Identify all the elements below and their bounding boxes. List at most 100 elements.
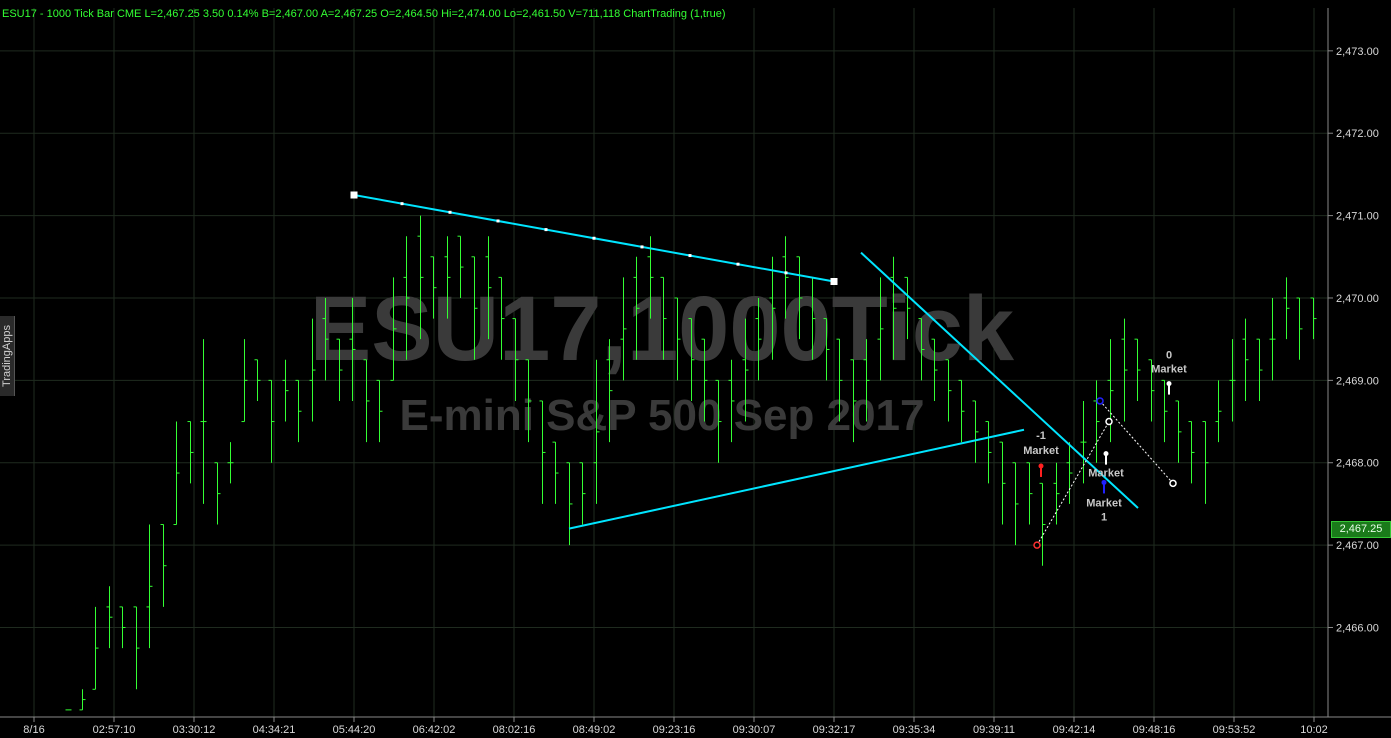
trade-marker-qty: -1 bbox=[1036, 430, 1046, 442]
trendline-node[interactable] bbox=[592, 236, 596, 240]
fill-point[interactable] bbox=[1105, 417, 1113, 426]
price-bar bbox=[972, 400, 979, 463]
y-tick-label: 2,472.00 bbox=[1336, 128, 1379, 140]
price-bar bbox=[282, 359, 289, 422]
trendline-node[interactable] bbox=[640, 245, 644, 249]
price-bar bbox=[1161, 379, 1168, 443]
price-bar bbox=[985, 421, 992, 484]
price-bar bbox=[1093, 380, 1100, 463]
x-tick-label: 8/16 bbox=[23, 724, 44, 736]
price-bar bbox=[1134, 338, 1141, 401]
trade-markers[interactable]: -1 Market Market 1 Market 0 Market bbox=[1023, 350, 1187, 549]
price-bar bbox=[1039, 482, 1046, 566]
x-tick-label: 02:57:10 bbox=[93, 724, 136, 736]
price-bar bbox=[133, 606, 140, 690]
price-bar bbox=[1066, 442, 1073, 504]
y-tick-label: 2,471.00 bbox=[1336, 211, 1379, 223]
price-bar bbox=[227, 442, 234, 484]
tradingapps-tab-label: TradingApps bbox=[1, 325, 13, 387]
watermark: ESU17,1000Tick E-mini S&P 500 Sep 2017 bbox=[310, 278, 1015, 440]
fill-point[interactable] bbox=[1033, 541, 1041, 549]
x-tick-label: 05:44:20 bbox=[333, 724, 376, 736]
price-bar bbox=[1026, 462, 1033, 525]
price-bar bbox=[1283, 277, 1290, 340]
y-tick-label: 2,468.00 bbox=[1336, 458, 1379, 470]
price-bar bbox=[200, 339, 207, 504]
price-bar bbox=[1229, 339, 1236, 422]
price-bar bbox=[1242, 318, 1249, 401]
price-bar bbox=[1269, 297, 1276, 381]
price-bar bbox=[79, 689, 86, 711]
price-bar bbox=[106, 586, 113, 649]
price-bar bbox=[1296, 297, 1303, 360]
trade-marker-exit[interactable]: 0 Market bbox=[1151, 350, 1187, 395]
trendline-node[interactable] bbox=[544, 228, 548, 232]
trade-marker-label: Market bbox=[1088, 468, 1124, 480]
price-bar bbox=[173, 421, 180, 526]
price-bar bbox=[1080, 400, 1087, 484]
price-bar bbox=[187, 421, 194, 484]
trade-marker-label: Market bbox=[1086, 497, 1122, 509]
x-tick-label: 09:30:07 bbox=[733, 724, 776, 736]
price-bar bbox=[552, 441, 559, 504]
trendline-node[interactable] bbox=[496, 219, 500, 223]
fill-point[interactable] bbox=[1169, 479, 1177, 488]
trendline-handle[interactable] bbox=[350, 191, 358, 199]
trade-connector bbox=[1036, 421, 1110, 546]
trade-marker-qty: 1 bbox=[1101, 511, 1107, 523]
price-bar bbox=[376, 379, 383, 443]
watermark-symbol: ESU17,1000Tick bbox=[310, 278, 1015, 380]
trade-marker-exit[interactable]: Market bbox=[1088, 451, 1124, 480]
watermark-description: E-mini S&P 500 Sep 2017 bbox=[399, 391, 924, 440]
trendline-node[interactable] bbox=[400, 202, 404, 206]
trade-marker-label: Market bbox=[1023, 445, 1059, 457]
price-chart[interactable]: ESU17,1000Tick E-mini S&P 500 Sep 2017 -… bbox=[0, 0, 1391, 738]
x-tick-label: 08:49:02 bbox=[573, 724, 616, 736]
chart-header: ESU17 - 1000 Tick Bar CME L=2,467.25 3.5… bbox=[2, 8, 726, 20]
y-tick-label: 2,470.00 bbox=[1336, 293, 1379, 305]
x-tick-label: 09:35:34 bbox=[893, 724, 936, 736]
y-tick-label: 2,466.00 bbox=[1336, 623, 1379, 635]
trendline-node[interactable] bbox=[448, 210, 452, 214]
y-tick-label: 2,469.00 bbox=[1336, 375, 1379, 387]
price-bar bbox=[1310, 297, 1317, 340]
x-tick-label: 06:42:02 bbox=[413, 724, 456, 736]
x-tick-label: 09:23:16 bbox=[653, 724, 696, 736]
trade-marker-label: Market bbox=[1151, 364, 1187, 376]
x-tick-label: 09:48:16 bbox=[1133, 724, 1176, 736]
x-tick-label: 08:02:16 bbox=[493, 724, 536, 736]
x-tick-label: 09:53:52 bbox=[1213, 724, 1256, 736]
price-bar bbox=[160, 524, 167, 607]
price-bar bbox=[958, 379, 965, 443]
price-bar bbox=[146, 524, 153, 649]
trendline-node[interactable] bbox=[688, 254, 692, 258]
price-bar bbox=[1175, 400, 1182, 463]
price-bar bbox=[1107, 339, 1114, 443]
price-bar bbox=[214, 462, 221, 525]
price-bar bbox=[92, 606, 99, 690]
price-bar bbox=[1053, 462, 1060, 525]
trendline-node[interactable] bbox=[736, 262, 740, 266]
price-bar bbox=[999, 441, 1006, 525]
price-bar bbox=[1188, 421, 1195, 484]
price-bar bbox=[1215, 380, 1222, 443]
trade-marker-buy[interactable]: 1 Market bbox=[1086, 479, 1122, 524]
price-bar bbox=[295, 379, 302, 443]
last-price-label: 2,467.25 bbox=[1331, 521, 1391, 538]
x-tick-label: 09:32:17 bbox=[813, 724, 856, 736]
price-bar bbox=[1012, 462, 1019, 546]
tradingapps-tab[interactable]: TradingApps bbox=[0, 316, 15, 396]
price-bar bbox=[1121, 318, 1128, 422]
time-axis: 8/16 02:57:10 03:30:12 04:34:21 05:44:20 06:4… bbox=[23, 717, 1328, 736]
trendline-node[interactable] bbox=[784, 271, 788, 275]
y-tick-label: 2,467.00 bbox=[1336, 540, 1379, 552]
fill-point[interactable] bbox=[1096, 397, 1104, 405]
trade-marker-sell[interactable]: -1 Market bbox=[1023, 430, 1059, 477]
trendline-handle[interactable] bbox=[830, 278, 838, 285]
price-bar bbox=[566, 462, 573, 546]
y-tick-label: 2,473.00 bbox=[1336, 46, 1379, 58]
x-tick-label: 04:34:21 bbox=[253, 724, 296, 736]
x-tick-label: 03:30:12 bbox=[173, 724, 216, 736]
trendline-rising-support[interactable] bbox=[568, 428, 1025, 530]
x-tick-label: 09:42:14 bbox=[1053, 724, 1096, 736]
